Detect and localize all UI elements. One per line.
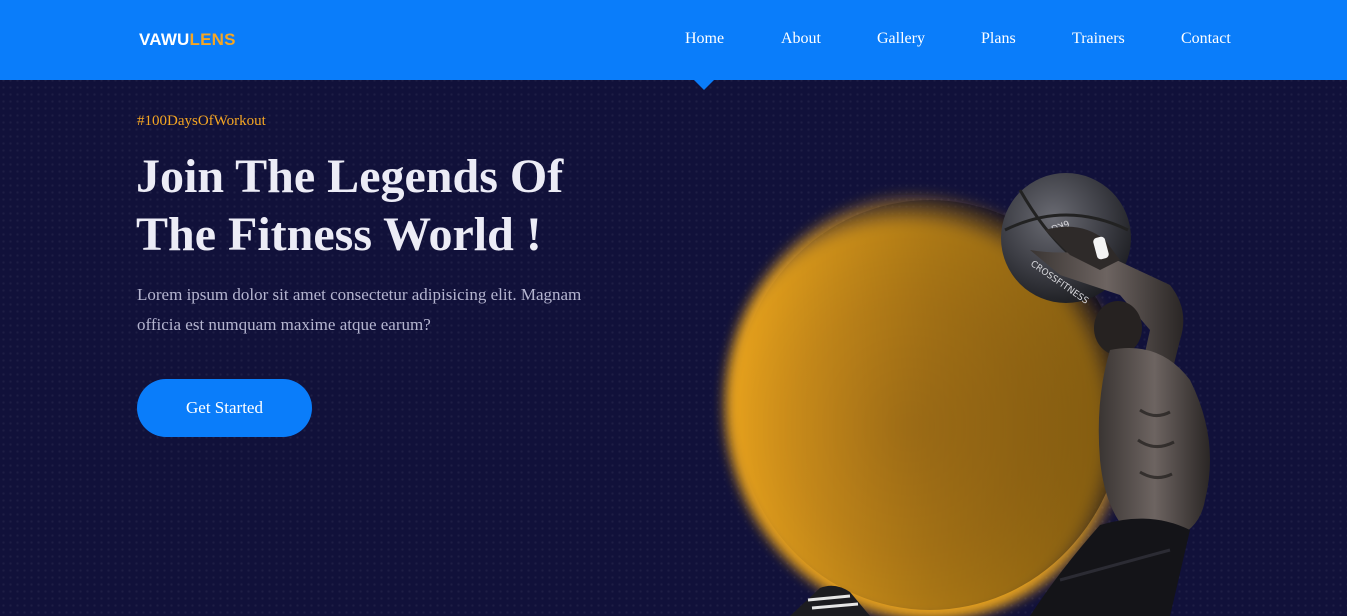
nav-item-gallery[interactable]: Gallery [877, 30, 925, 48]
hero-description-line-2: officia est numquam maxime atque earum? [137, 315, 431, 334]
brand-logo-text: VAWU [139, 30, 190, 49]
hero-description-line-1: Lorem ipsum dolor sit amet consectetur a… [137, 285, 582, 304]
hero-description: Lorem ipsum dolor sit amet consectetur a… [137, 280, 617, 340]
hero-headline: Join The Legends Of The Fitness World ! [136, 148, 656, 264]
hero-tagline: #100DaysOfWorkout [137, 113, 266, 129]
hero-headline-line-2: The Fitness World ! [136, 208, 542, 261]
nav-item-trainers[interactable]: Trainers [1072, 30, 1125, 48]
brand-logo-accent: LENS [189, 30, 236, 49]
hero-headline-line-1: Join The Legends Of [136, 150, 564, 203]
nav-item-contact[interactable]: Contact [1181, 30, 1231, 48]
nav-item-home[interactable]: Home [685, 30, 724, 48]
top-navbar: VAWULENS Home About Gallery Plans Traine… [0, 0, 1347, 80]
brand-logo[interactable]: VAWULENS [139, 30, 236, 50]
nav-item-about[interactable]: About [781, 30, 821, 48]
hero-athlete-image: CROSSFITNESS 6KG [725, 173, 1210, 616]
nav-item-plans[interactable]: Plans [981, 30, 1016, 48]
get-started-button[interactable]: Get Started [137, 379, 312, 437]
